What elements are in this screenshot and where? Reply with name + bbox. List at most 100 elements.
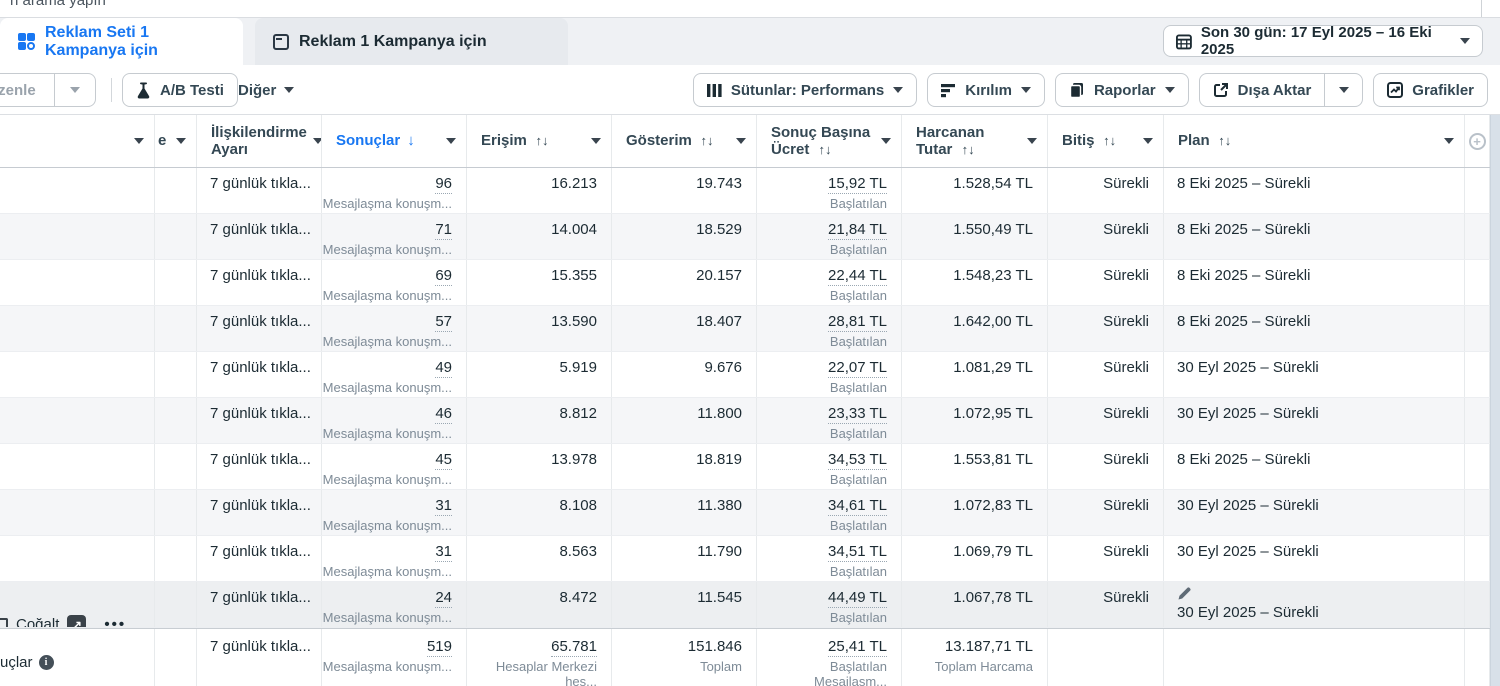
column-header-name[interactable] — [0, 115, 155, 167]
cell-attribution[interactable]: 7 günlük tıkla... — [197, 352, 322, 397]
totals-cost-per-result[interactable]: 25,41 TLBaşlatılan Mesajlaşm... — [757, 629, 902, 686]
pencil-icon[interactable] — [1177, 586, 1192, 601]
cell-cost-per-result[interactable]: 15,92 TLBaşlatılan Mesajlaşm... — [757, 168, 902, 213]
cell-end[interactable]: Sürekli — [1048, 306, 1164, 351]
cell-reach[interactable]: 15.355 — [467, 260, 612, 305]
cost-per-result-value[interactable]: 22,07 TL — [828, 359, 887, 378]
cell-amount-spent[interactable]: 1.550,49 TL — [902, 214, 1048, 259]
vertical-scrollbar[interactable] — [1490, 115, 1500, 686]
column-header-plan[interactable]: Plan ↑↓ — [1164, 115, 1465, 167]
cell-impressions[interactable]: 11.800 — [612, 398, 757, 443]
cell-attribution[interactable]: 7 günlük tıkla... — [197, 214, 322, 259]
cell-reach[interactable]: 13.978 — [467, 444, 612, 489]
cell-impressions[interactable]: 19.743 — [612, 168, 757, 213]
cell-attribution[interactable]: 7 günlük tıkla... — [197, 582, 322, 627]
cell-plan[interactable]: 30 Eyl 2025 – Sürekli — [1164, 490, 1465, 535]
cell-impressions[interactable]: 11.380 — [612, 490, 757, 535]
cell-plan[interactable]: 30 Eyl 2025 – Sürekli — [1164, 352, 1465, 397]
cell-cost-per-result[interactable]: 28,81 TLBaşlatılan Mesajlaşm... — [757, 306, 902, 351]
cell-results[interactable]: 46Mesajlaşma konuşm... — [322, 398, 467, 443]
cell-plan[interactable]: 30 Eyl 2025 – Sürekli — [1164, 536, 1465, 581]
cost-per-result-value[interactable]: 34,51 TL — [828, 543, 887, 562]
cell-end[interactable]: Sürekli — [1048, 490, 1164, 535]
cell-name[interactable] — [0, 536, 155, 581]
results-value[interactable]: 57 — [435, 313, 452, 332]
more-dots-icon[interactable]: ••• — [104, 616, 126, 627]
cell-plan[interactable]: 8 Eki 2025 – Sürekli — [1164, 214, 1465, 259]
cell-results[interactable]: 96Mesajlaşma konuşm... — [322, 168, 467, 213]
cell-end[interactable]: Sürekli — [1048, 168, 1164, 213]
column-header-impressions[interactable]: Gösterim ↑↓ — [612, 115, 757, 167]
date-range-button[interactable]: Son 30 gün: 17 Eyl 2025 – 16 Eki 2025 — [1163, 25, 1483, 57]
cell-amount-spent[interactable]: 1.548,23 TL — [902, 260, 1048, 305]
cost-per-result-value[interactable]: 28,81 TL — [828, 313, 887, 332]
cell-impressions[interactable]: 20.157 — [612, 260, 757, 305]
results-value[interactable]: 49 — [435, 359, 452, 378]
cell-amount-spent[interactable]: 1.067,78 TL — [902, 582, 1048, 627]
cell-name[interactable] — [0, 352, 155, 397]
column-header-budget[interactable]: e — [155, 115, 197, 167]
edit-button[interactable]: üzenle — [0, 74, 54, 106]
cell-plan[interactable]: 8 Eki 2025 – Sürekli — [1164, 306, 1465, 351]
results-value[interactable]: 31 — [435, 497, 452, 516]
cell-reach[interactable]: 14.004 — [467, 214, 612, 259]
edit-dropdown-button[interactable] — [54, 74, 95, 106]
reach-value[interactable]: 65.781 — [551, 638, 597, 657]
cell-impressions[interactable]: 11.545 — [612, 582, 757, 627]
cell-end[interactable]: Sürekli — [1048, 214, 1164, 259]
cell-reach[interactable]: 16.213 — [467, 168, 612, 213]
export-dropdown-button[interactable] — [1324, 74, 1362, 106]
ab-test-button[interactable]: A/B Testi — [122, 73, 238, 107]
cost-per-result-value[interactable]: 22,44 TL — [828, 267, 887, 286]
cell-reach[interactable]: 5.919 — [467, 352, 612, 397]
column-header-end[interactable]: Bitiş ↑↓ — [1048, 115, 1164, 167]
results-value[interactable]: 519 — [427, 638, 452, 657]
more-menu-button[interactable]: Diğer — [238, 73, 294, 107]
cell-amount-spent[interactable]: 1.072,83 TL — [902, 490, 1048, 535]
column-header-cost-per-result[interactable]: Sonuç Başına Ücret ↑↓ — [757, 115, 902, 167]
cell-name[interactable] — [0, 398, 155, 443]
cell-impressions[interactable]: 9.676 — [612, 352, 757, 397]
cost-per-result-value[interactable]: 34,61 TL — [828, 497, 887, 516]
cell-amount-spent[interactable]: 1.528,54 TL — [902, 168, 1048, 213]
cell-reach[interactable]: 8.563 — [467, 536, 612, 581]
cell-name[interactable] — [0, 168, 155, 213]
cell-attribution[interactable]: 7 günlük tıkla... — [197, 490, 322, 535]
cell-results[interactable]: 69Mesajlaşma konuşm... — [322, 260, 467, 305]
cell-reach[interactable]: 8.108 — [467, 490, 612, 535]
cell-attribution[interactable]: 7 günlük tıkla... — [197, 398, 322, 443]
cell-results[interactable]: 49Mesajlaşma konuşm... — [322, 352, 467, 397]
cell-name[interactable] — [0, 260, 155, 305]
tab-ad-sets[interactable]: Reklam Seti 1 Kampanya için — [0, 18, 243, 65]
cell-end[interactable]: Sürekli — [1048, 536, 1164, 581]
breakdown-button[interactable]: Kırılım — [927, 73, 1045, 107]
cell-name[interactable] — [0, 306, 155, 351]
info-icon[interactable]: i — [39, 655, 54, 670]
cell-results[interactable]: 31Mesajlaşma konuşm... — [322, 490, 467, 535]
totals-results[interactable]: 519Mesajlaşma konuşm... — [322, 629, 467, 686]
cell-attribution[interactable]: 7 günlük tıkla... — [197, 536, 322, 581]
cell-end[interactable]: Sürekli — [1048, 582, 1164, 627]
cell-plan[interactable]: 8 Eki 2025 – Sürekli — [1164, 444, 1465, 489]
cell-attribution[interactable]: 7 günlük tıkla... — [197, 444, 322, 489]
cell-results[interactable]: 71Mesajlaşma konuşm... — [322, 214, 467, 259]
column-header-amount-spent[interactable]: Harcanan Tutar ↑↓ — [902, 115, 1048, 167]
cell-results[interactable]: 24Mesajlaşma konuşm... — [322, 582, 467, 627]
cell-attribution[interactable]: 7 günlük tıkla... — [197, 260, 322, 305]
cost-per-result-value[interactable]: 23,33 TL — [828, 405, 887, 424]
cell-impressions[interactable]: 18.819 — [612, 444, 757, 489]
column-header-reach[interactable]: Erişim ↑↓ — [467, 115, 612, 167]
cell-plan[interactable]: 30 Eyl 2025 – Sürekli — [1164, 582, 1465, 627]
cost-per-result-value[interactable]: 34,53 TL — [828, 451, 887, 470]
search-bar[interactable]: n arama yapın — [0, 0, 1500, 18]
cell-impressions[interactable]: 11.790 — [612, 536, 757, 581]
cell-amount-spent[interactable]: 1.553,81 TL — [902, 444, 1048, 489]
cell-cost-per-result[interactable]: 23,33 TLBaşlatılan Mesajlaşm... — [757, 398, 902, 443]
cell-name[interactable] — [0, 214, 155, 259]
columns-button[interactable]: Sütunlar: Performans — [693, 73, 917, 107]
cell-amount-spent[interactable]: 1.081,29 TL — [902, 352, 1048, 397]
cell-cost-per-result[interactable]: 34,53 TLBaşlatılan Mesajlaşm... — [757, 444, 902, 489]
cell-cost-per-result[interactable]: 22,07 TLBaşlatılan Mesajlaşm... — [757, 352, 902, 397]
cell-impressions[interactable]: 18.407 — [612, 306, 757, 351]
tab-ads[interactable]: Reklam 1 Kampanya için — [255, 18, 568, 65]
